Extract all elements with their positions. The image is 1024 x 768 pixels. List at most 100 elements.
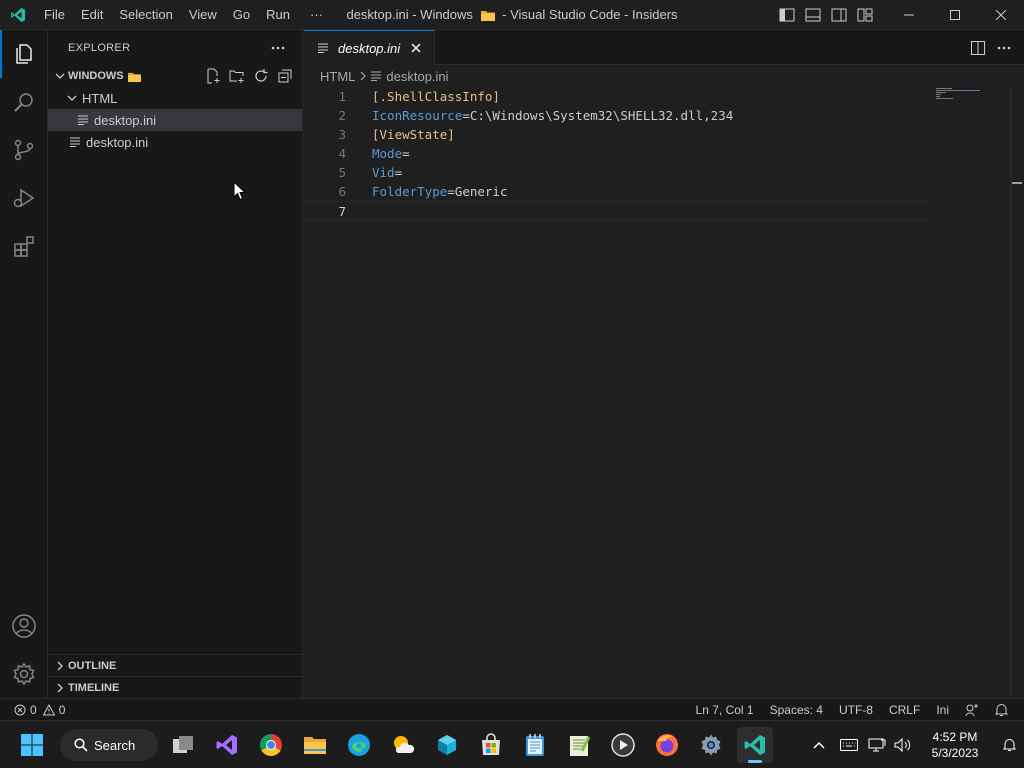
menu-more[interactable]: ··· [298, 0, 335, 30]
code-line: 3 [ViewState] [304, 125, 929, 144]
title-bar: File Edit Selection View Go Run ··· desk… [0, 0, 1024, 30]
toggle-panel-icon[interactable] [800, 0, 826, 30]
chevron-right-icon [52, 655, 68, 677]
accounts-icon[interactable] [0, 602, 48, 650]
chevron-right-icon [52, 677, 68, 699]
notifications-bell-icon[interactable] [987, 699, 1016, 721]
window-title-right: - Visual Studio Code - Insiders [502, 7, 678, 22]
tab-bar: desktop.ini [304, 30, 1024, 65]
ini-key: IconResource [372, 108, 463, 123]
tab-desktop-ini[interactable]: desktop.ini [304, 30, 436, 65]
warning-count: 0 [58, 702, 66, 717]
minimize-icon[interactable] [886, 0, 932, 30]
tree-folder-html[interactable]: HTML [48, 87, 302, 109]
cursor-position[interactable]: Ln 7, Col 1 [688, 699, 762, 721]
keyboard-icon[interactable] [834, 721, 864, 768]
source-control-icon[interactable] [0, 126, 48, 174]
firefox-icon[interactable] [649, 727, 685, 763]
error-count: 0 [30, 702, 37, 717]
menu-run[interactable]: Run [258, 0, 298, 30]
chrome-icon[interactable] [253, 727, 289, 763]
tree-file-desktop-ini-html[interactable]: desktop.ini [48, 109, 302, 131]
tree-file-label: desktop.ini [86, 134, 149, 150]
task-view-icon[interactable] [165, 727, 201, 763]
toggle-primary-sidebar-icon[interactable] [774, 0, 800, 30]
code-text: [.ShellClassInfo] [372, 89, 500, 104]
vscode-insiders-taskbar-icon[interactable] [737, 727, 773, 763]
code-text: IconResource=C:\Windows\System32\SHELL32… [372, 108, 734, 123]
notepad-plus-plus-icon[interactable] [561, 727, 597, 763]
toggle-secondary-sidebar-icon[interactable] [826, 0, 852, 30]
network-icon[interactable] [864, 721, 890, 768]
ini-key: Mode [372, 146, 403, 161]
manage-gear-icon[interactable] [0, 650, 48, 698]
volume-icon[interactable] [890, 721, 916, 768]
taskbar-search[interactable]: Search [60, 729, 158, 761]
menu-view[interactable]: View [181, 0, 225, 30]
notification-bell-icon[interactable] [994, 721, 1024, 768]
ini-key: FolderType [372, 184, 448, 199]
weather-icon[interactable] [385, 727, 421, 763]
root-folder-row[interactable]: WINDOWS [48, 65, 302, 87]
outline-section[interactable]: OUTLINE [48, 654, 303, 676]
search-icon[interactable] [0, 78, 48, 126]
edge-icon[interactable] [341, 727, 377, 763]
file-explorer-icon[interactable] [297, 727, 333, 763]
windows-taskbar: Search 4:52 PM 5/3/2023 [0, 720, 1024, 768]
code-editor[interactable]: 1 [.ShellClassInfo] 2 IconResource=C:\Wi… [304, 87, 1024, 698]
indentation[interactable]: Spaces: 4 [762, 699, 831, 721]
encoding[interactable]: UTF-8 [831, 699, 881, 721]
breadcrumb-folder[interactable]: HTML [320, 69, 355, 84]
close-tab-icon[interactable] [408, 40, 424, 56]
notepad-icon[interactable] [517, 727, 553, 763]
maximize-icon[interactable] [932, 0, 978, 30]
close-window-icon[interactable] [978, 0, 1024, 30]
cube-app-icon[interactable] [429, 727, 465, 763]
scrollbar-cursor-marker [1012, 182, 1022, 184]
media-player-icon[interactable] [605, 727, 641, 763]
refresh-icon[interactable] [250, 65, 272, 87]
new-file-icon[interactable] [202, 65, 224, 87]
ini-key: Vid [372, 165, 395, 180]
customize-layout-icon[interactable] [852, 0, 878, 30]
tree-file-desktop-ini-root[interactable]: desktop.ini [48, 131, 302, 153]
new-folder-icon[interactable] [226, 65, 248, 87]
breadcrumb-file[interactable]: desktop.ini [386, 69, 448, 84]
feedback-icon[interactable] [957, 699, 987, 721]
menu-selection[interactable]: Selection [111, 0, 180, 30]
taskbar-clock[interactable]: 4:52 PM 5/3/2023 [916, 729, 994, 761]
visual-studio-icon[interactable] [209, 727, 245, 763]
extensions-icon[interactable] [0, 222, 48, 270]
timeline-section[interactable]: TIMELINE [48, 676, 303, 698]
more-actions-icon[interactable] [268, 38, 288, 58]
activity-bar [0, 30, 48, 698]
windows-start-icon[interactable] [14, 727, 50, 763]
menu-edit[interactable]: Edit [73, 0, 111, 30]
menu-file[interactable]: File [36, 0, 73, 30]
folder-icon [480, 2, 495, 32]
editor-scrollbar[interactable] [1010, 87, 1024, 698]
tab-label: desktop.ini [338, 40, 401, 56]
more-actions-icon[interactable] [994, 38, 1014, 58]
run-debug-icon[interactable] [0, 174, 48, 222]
microsoft-store-icon[interactable] [473, 727, 509, 763]
menu-go[interactable]: Go [225, 0, 258, 30]
end-of-line[interactable]: CRLF [881, 699, 928, 721]
language-mode[interactable]: Ini [928, 699, 957, 721]
problems-indicator[interactable]: 0 0 [0, 703, 65, 717]
explorer-sidebar: EXPLORER WINDOWS HTML desktop.ini deskto… [48, 30, 303, 698]
settings-gear-icon[interactable] [693, 727, 729, 763]
file-lines-icon [76, 109, 90, 131]
line-number: 3 [338, 127, 346, 142]
sidebar-title: EXPLORER [68, 41, 131, 54]
minimap[interactable] [936, 87, 996, 127]
split-editor-icon[interactable] [968, 38, 988, 58]
explorer-icon[interactable] [0, 30, 48, 78]
search-icon [74, 738, 88, 752]
chevron-up-icon[interactable] [804, 721, 834, 768]
warning-icon [42, 703, 55, 716]
outline-label: OUTLINE [68, 659, 117, 672]
file-lines-icon [371, 71, 382, 81]
code-line-current: 7 [304, 201, 929, 220]
collapse-all-icon[interactable] [274, 65, 296, 87]
